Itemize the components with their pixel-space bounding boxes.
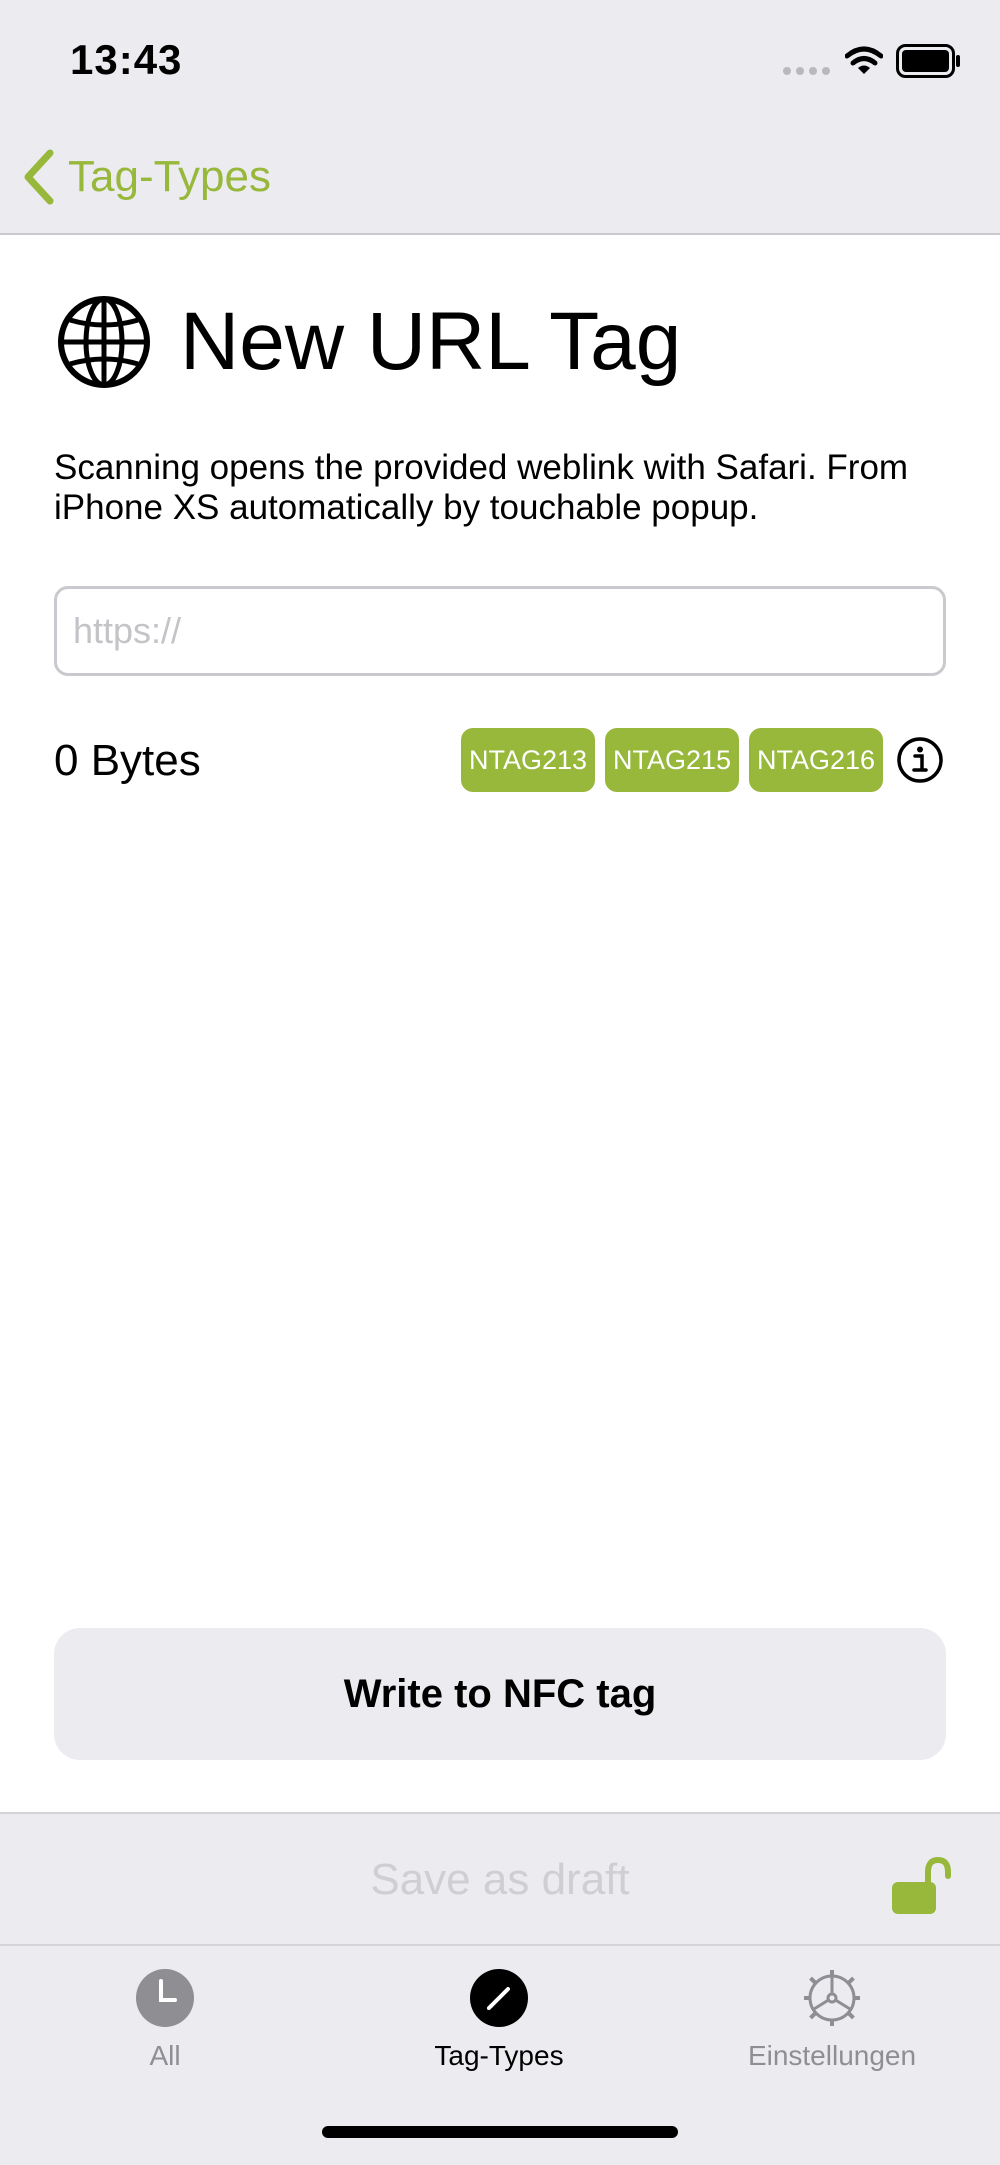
screen: 13:43 Tag-Types New URL Tag Scanning ope… (0, 0, 1000, 2165)
chevron-left-icon (24, 149, 54, 205)
cellular-signal-icon (783, 67, 830, 75)
status-time: 13:43 (70, 36, 183, 83)
home-indicator[interactable] (322, 2126, 678, 2138)
tab-tag-types[interactable]: Tag-Types (349, 1946, 649, 2086)
draft-bar: Save as draft (0, 1812, 1000, 1944)
battery-icon (896, 44, 960, 78)
pencil-icon (470, 1969, 528, 2027)
description-text: Scanning opens the provided weblink with… (54, 448, 909, 527)
wifi-icon (845, 46, 883, 74)
tab-einstellungen-label: Einstellungen (747, 2040, 917, 2071)
top-bar: 13:43 Tag-Types (0, 0, 1000, 235)
chip-ntag215[interactable]: NTAG215 (605, 728, 739, 792)
chip-ntag216[interactable]: NTAG216 (749, 728, 883, 792)
page-title: New URL Tag (180, 296, 682, 387)
tab-tag-types-label: Tag-Types (434, 2040, 564, 2071)
gear-icon (804, 1970, 860, 2026)
back-label: Tag-Types (68, 152, 271, 201)
unlocked-lock-icon[interactable] (888, 1856, 954, 1916)
byte-count: 0 Bytes (54, 736, 201, 785)
url-input[interactable] (54, 586, 946, 676)
tab-einstellungen[interactable]: Einstellungen (682, 1946, 982, 2086)
tab-all-label: All (149, 2040, 181, 2071)
tab-all[interactable]: All (15, 1946, 315, 2086)
title-row: New URL Tag (56, 294, 681, 390)
save-draft-button[interactable]: Save as draft (0, 1814, 1000, 1946)
globe-icon (58, 296, 150, 388)
clock-icon (136, 1969, 194, 2027)
back-button[interactable]: Tag-Types (20, 145, 271, 209)
chip-ntag213[interactable]: NTAG213 (461, 728, 595, 792)
info-icon[interactable] (896, 736, 944, 784)
write-to-nfc-button[interactable]: Write to NFC tag (54, 1628, 946, 1760)
